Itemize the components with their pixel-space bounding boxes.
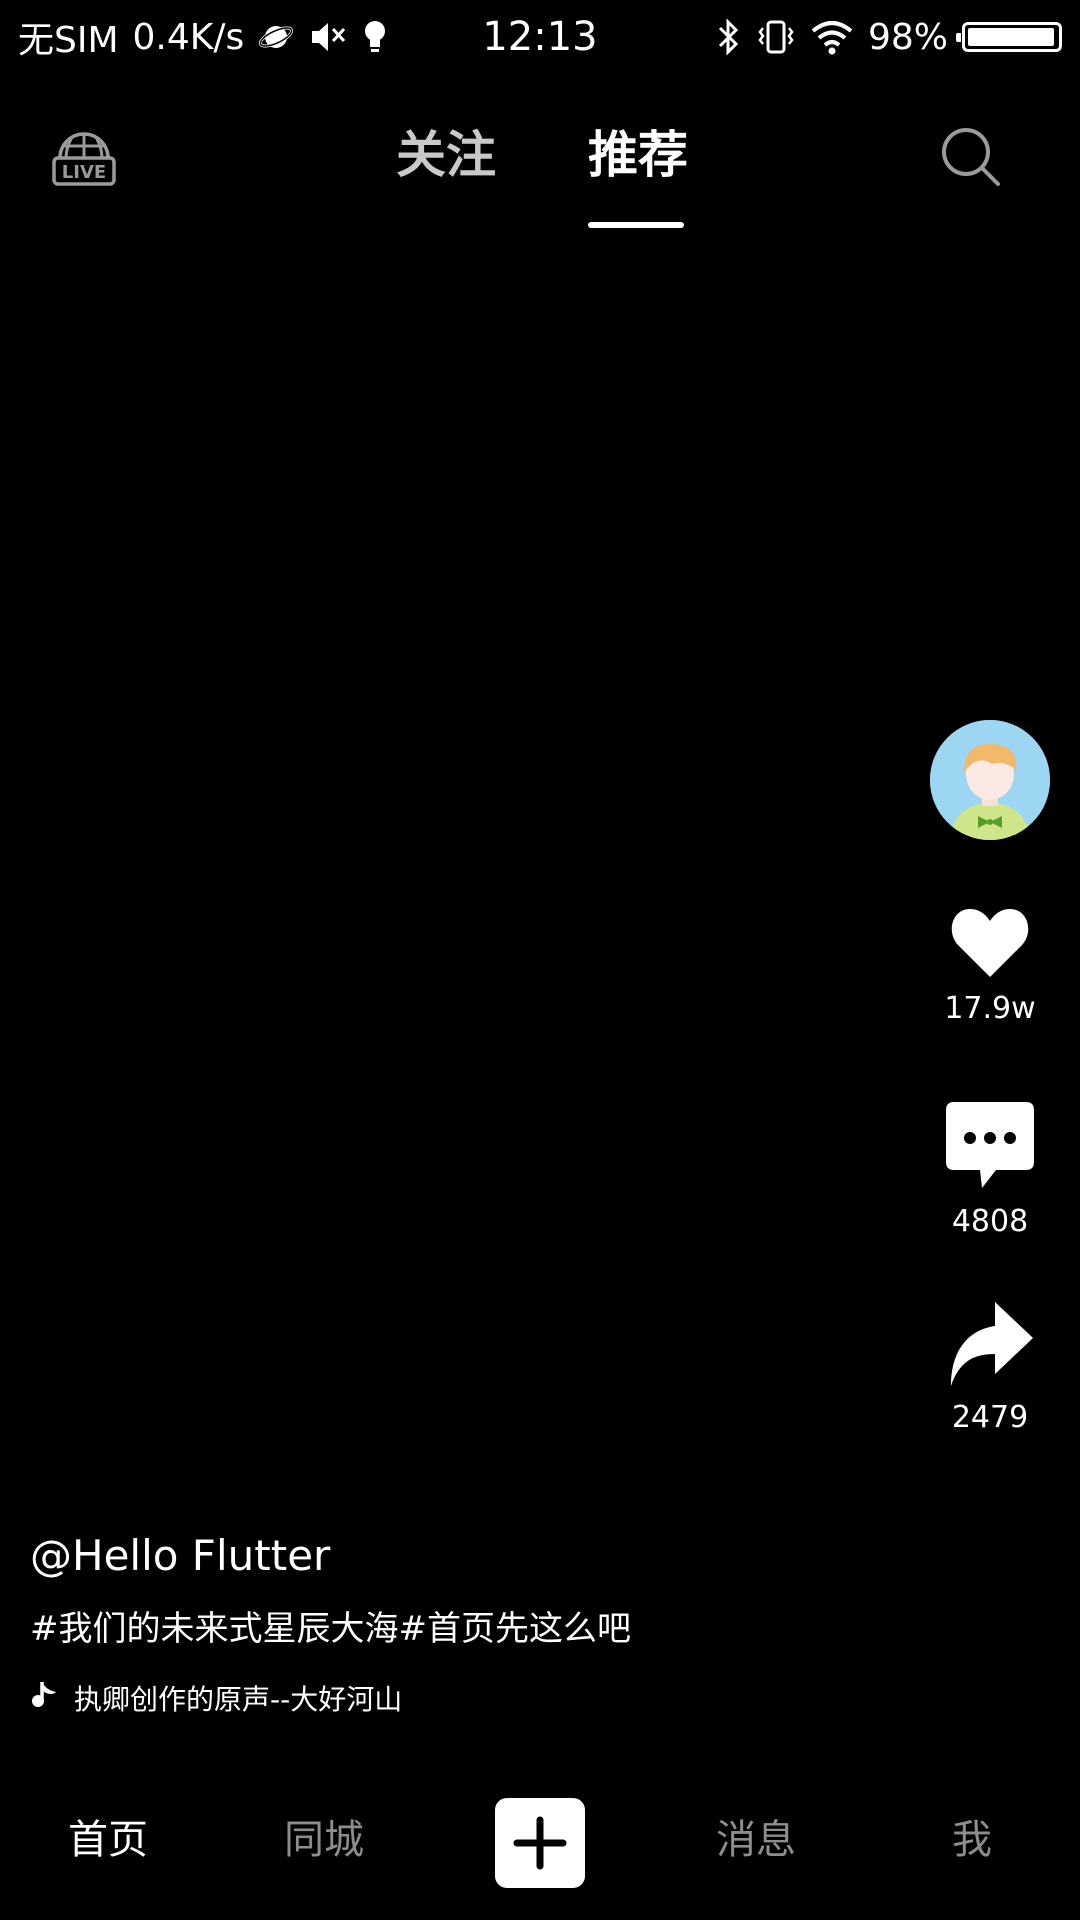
- battery-icon: [956, 22, 1062, 52]
- battery-level: [968, 28, 1054, 46]
- comment-count: 4808: [951, 1204, 1029, 1239]
- comment-action[interactable]: 4808: [920, 1100, 1060, 1242]
- search-icon[interactable]: [938, 124, 1004, 190]
- status-bar-right: 98%: [716, 12, 1062, 62]
- share-icon: [951, 1302, 1033, 1386]
- bottom-navigation: 首页 同城 消息 我: [0, 1790, 1080, 1900]
- vibrate-icon: [756, 18, 796, 56]
- nav-home[interactable]: 首页: [28, 1810, 188, 1870]
- like-action[interactable]: 17.9w: [920, 905, 1060, 1029]
- heart-icon: [951, 909, 1029, 977]
- wifi-icon: [810, 19, 854, 55]
- author-avatar[interactable]: [930, 720, 1050, 840]
- video-description[interactable]: #我们的未来式星辰大海#首页先这么吧: [30, 1604, 631, 1654]
- music-info[interactable]: 执卿创作的原声--大好河山: [30, 1676, 402, 1720]
- author-name[interactable]: @Hello Flutter: [30, 1528, 330, 1584]
- svg-text:LIVE: LIVE: [62, 162, 106, 183]
- nav-messages[interactable]: 消息: [676, 1810, 836, 1870]
- active-tab-indicator: [588, 222, 684, 228]
- live-globe-icon[interactable]: LIVE: [48, 124, 120, 192]
- bluetooth-icon: [716, 18, 742, 56]
- music-note-icon: [30, 1680, 58, 1717]
- share-action[interactable]: 2479: [920, 1300, 1060, 1438]
- share-count: 2479: [951, 1400, 1029, 1435]
- nav-profile[interactable]: 我: [892, 1810, 1052, 1870]
- comment-icon: [946, 1102, 1034, 1188]
- tab-follow[interactable]: 关注: [396, 122, 496, 188]
- music-title: 执卿创作的原声--大好河山: [74, 1683, 403, 1716]
- status-bar: 无SIM 0.4K/s 12:13 98%: [0, 0, 1080, 75]
- tab-recommend[interactable]: 推荐: [588, 122, 688, 188]
- battery-percent: 98%: [867, 16, 948, 58]
- like-count: 17.9w: [944, 991, 1036, 1026]
- top-navigation: LIVE 关注 推荐: [0, 100, 1080, 240]
- battery-tip: [956, 33, 961, 42]
- nav-nearby[interactable]: 同城: [244, 1810, 404, 1870]
- plus-icon: [513, 1816, 567, 1870]
- create-video-button[interactable]: [495, 1798, 585, 1888]
